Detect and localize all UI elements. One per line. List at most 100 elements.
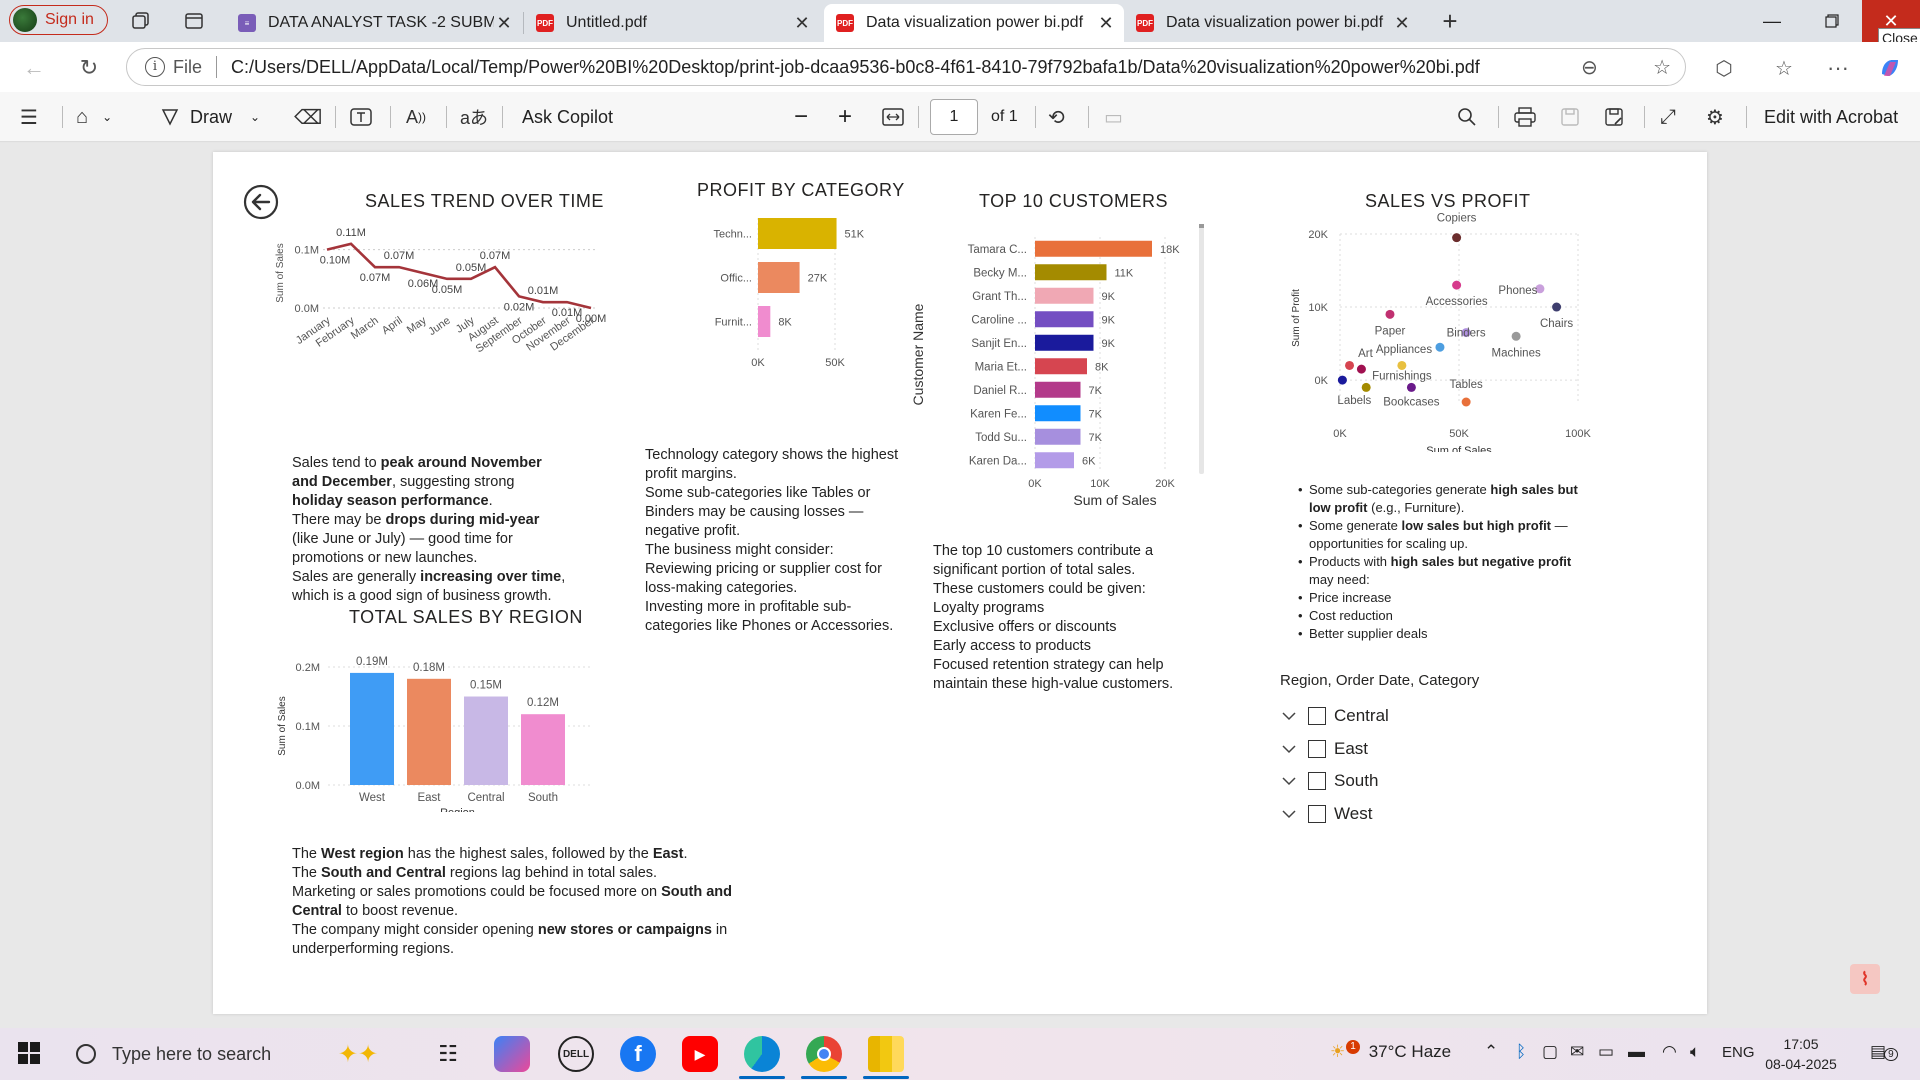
data-label: 6K <box>1082 455 1096 467</box>
url-field[interactable]: i File C:/Users/DELL/AppData/Local/Temp/… <box>126 48 1686 86</box>
notifications-icon[interactable]: ▤ 9 <box>1870 1042 1898 1062</box>
sales-profit-title: SALES VS PROFIT <box>1365 191 1531 211</box>
back-arrow-icon[interactable]: ← <box>20 54 48 82</box>
sales-trend-insight-0: Sales tend to peak around November and D… <box>292 455 542 509</box>
profit-category-insights: Technology category shows the highest pr… <box>645 446 905 636</box>
back-arrow-icon[interactable] <box>243 184 279 220</box>
chevron-down-icon[interactable] <box>1280 707 1298 725</box>
tab-untitled-pdf[interactable]: PDF Untitled.pdf ✕ <box>524 4 820 42</box>
close-tab-icon[interactable]: ✕ <box>1096 13 1116 34</box>
sign-in-button[interactable]: Sign in <box>9 5 108 35</box>
slicer-checkbox[interactable] <box>1308 804 1326 823</box>
sales-profit-bullet-1: Some generate low sales but high profit … <box>1298 517 1598 553</box>
zoom-out-icon[interactable]: ⊖ <box>1581 55 1598 80</box>
search-icon[interactable] <box>1457 102 1477 132</box>
chevron-down-icon[interactable] <box>1280 805 1298 823</box>
close-tab-icon[interactable]: ✕ <box>792 13 812 34</box>
new-tab-icon[interactable]: + <box>1437 6 1463 36</box>
extensions-icon[interactable]: ⬡ <box>1710 54 1738 82</box>
info-icon[interactable]: i <box>145 57 165 77</box>
text-box-icon[interactable] <box>350 102 372 132</box>
refresh-icon[interactable]: ↻ <box>75 54 103 82</box>
tab-actions-icon[interactable] <box>181 8 207 34</box>
facebook-icon[interactable]: f <box>620 1036 656 1072</box>
x-tick-label: West <box>359 792 386 804</box>
data-label: 0.12M <box>527 697 559 709</box>
slicer-checkbox[interactable] <box>1308 739 1326 758</box>
battery-icon[interactable]: ▬ <box>1628 1042 1645 1062</box>
meet-now-icon[interactable]: ▢ <box>1542 1042 1558 1062</box>
pdf-viewer[interactable]: SALES TREND OVER TIME PROFIT BY CATEGORY… <box>0 143 1920 1028</box>
chevron-down-icon[interactable] <box>1280 772 1298 790</box>
draw-button[interactable]: Draw ⌄ <box>160 102 260 132</box>
rotate-icon[interactable]: ⟲ <box>1048 102 1065 132</box>
copilot-sparkle-icon[interactable]: ✦✦ <box>338 1036 378 1072</box>
system-clock[interactable]: 17:05 08-04-2025 <box>1746 1034 1856 1074</box>
show-hidden-icons[interactable]: ⌃ <box>1484 1042 1498 1062</box>
scatter-point <box>1452 280 1462 290</box>
profit-insight-1: Some sub-categories like Tables or Binde… <box>645 485 871 539</box>
scatter-point <box>1452 233 1462 243</box>
translate-icon[interactable]: aあ <box>460 102 488 132</box>
wifi-icon[interactable]: ◠ <box>1662 1042 1677 1062</box>
favorites-icon[interactable]: ☆ <box>1770 54 1798 82</box>
edit-with-acrobat-button[interactable]: Edit with Acrobat <box>1764 102 1898 132</box>
data-label: 0.18M <box>413 662 445 674</box>
edge-browser-icon[interactable] <box>744 1036 780 1072</box>
workspaces-icon[interactable] <box>128 8 154 34</box>
mail-icon[interactable]: ✉ <box>1570 1042 1584 1062</box>
taskbar-search-placeholder: Type here to search <box>112 1043 272 1064</box>
eraser-icon[interactable]: ⌫ <box>294 102 322 132</box>
highlight-icon[interactable]: ⌂ ⌄ <box>76 102 112 132</box>
copilot-app-icon[interactable] <box>494 1036 530 1072</box>
youtube-icon[interactable]: ▶ <box>682 1036 718 1072</box>
slicer-checkbox[interactable] <box>1308 707 1326 725</box>
point-label: Binders <box>1447 328 1486 340</box>
slicer-checkbox[interactable] <box>1308 772 1326 790</box>
customer-name-label: Todd Su... <box>975 432 1027 444</box>
chevron-down-icon[interactable] <box>1280 740 1298 758</box>
y-tick-label: 0.1M <box>296 721 320 733</box>
copilot-icon[interactable] <box>1876 54 1904 82</box>
power-bi-icon[interactable] <box>868 1036 904 1072</box>
more-options-icon[interactable]: ··· <box>1824 54 1852 82</box>
ask-copilot-button[interactable]: Ask Copilot <box>522 102 613 132</box>
slicer-item-south[interactable]: South <box>1280 769 1378 793</box>
fit-width-icon[interactable] <box>882 102 904 132</box>
close-tab-icon[interactable]: ✕ <box>1392 13 1412 34</box>
read-aloud-icon[interactable]: A)) <box>406 102 426 132</box>
windows-start-icon[interactable] <box>18 1042 40 1064</box>
region-bar <box>521 714 565 785</box>
print-icon[interactable] <box>1514 102 1536 132</box>
tab-data-visualization[interactable]: PDF Data visualization power bi.pdf ✕ <box>1124 4 1420 42</box>
fullscreen-icon[interactable]: ⤢ <box>1660 102 1676 132</box>
slicer-item-west[interactable]: West <box>1280 802 1372 826</box>
tab-data-visualization-active[interactable]: PDF Data visualization power bi.pdf ✕ <box>824 4 1124 42</box>
page-number-input[interactable]: 1 <box>930 99 978 135</box>
contents-list-icon[interactable]: ☰ <box>20 102 38 132</box>
dell-icon[interactable]: DELL <box>558 1036 594 1072</box>
settings-gear-icon[interactable]: ⚙ <box>1706 102 1724 132</box>
tab-data-analyst-task[interactable]: ≡ DATA ANALYST TASK -2 SUBMISSION ✕ <box>226 4 522 42</box>
maximize-icon[interactable] <box>1806 0 1858 42</box>
zoom-in-button[interactable]: + <box>838 102 852 132</box>
display-icon[interactable]: ▭ <box>1598 1042 1614 1062</box>
two-page-view-icon[interactable]: ▭ <box>1104 102 1123 132</box>
favorite-star-icon[interactable]: ☆ <box>1653 55 1671 80</box>
close-tab-icon[interactable]: ✕ <box>494 13 514 34</box>
slicer-item-central[interactable]: Central <box>1280 704 1389 728</box>
x-tick-label: Central <box>467 792 504 804</box>
zoom-out-button[interactable]: − <box>794 102 808 132</box>
task-view-icon[interactable]: ☷ <box>430 1036 466 1072</box>
y-tick-label: 20K <box>1308 229 1328 241</box>
volume-icon[interactable]: 🔈︎ <box>1690 1042 1700 1062</box>
weather-widget[interactable]: ☀ 1 37°C Haze <box>1330 1040 1451 1062</box>
save-as-icon[interactable] <box>1604 102 1624 132</box>
chrome-icon[interactable] <box>806 1036 842 1072</box>
adobe-acrobat-icon[interactable]: ⌇ <box>1850 964 1880 994</box>
bluetooth-icon[interactable]: ᛒ <box>1516 1042 1526 1062</box>
save-icon[interactable] <box>1560 102 1580 132</box>
customer-bar <box>1035 358 1087 375</box>
slicer-item-east[interactable]: East <box>1280 737 1368 761</box>
minimize-icon[interactable]: — <box>1746 0 1798 42</box>
